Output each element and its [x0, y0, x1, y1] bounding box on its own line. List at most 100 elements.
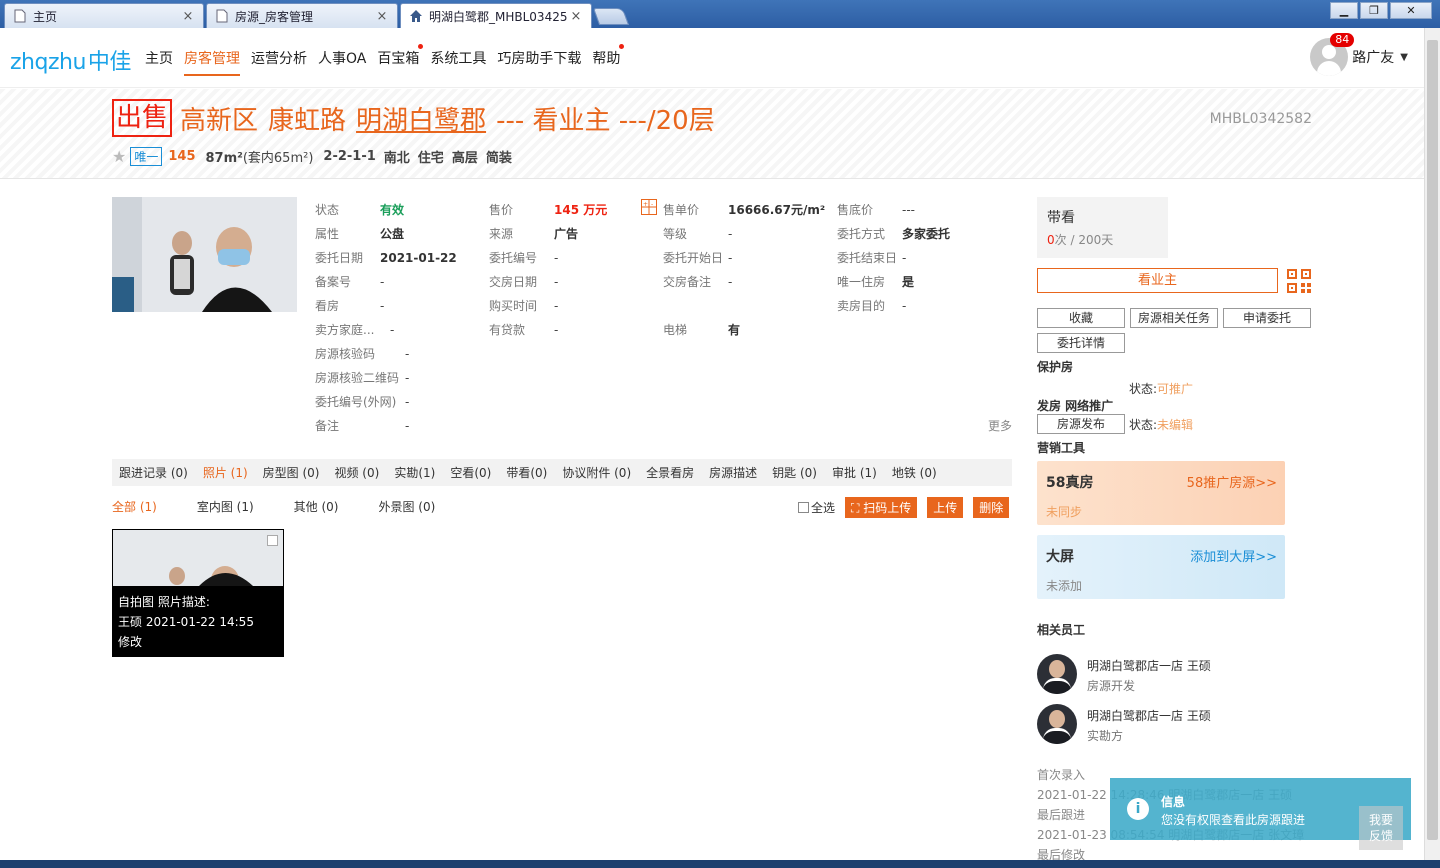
nav-item-system-tools[interactable]: 系统工具	[430, 48, 486, 76]
tab-approval[interactable]: 审批 (1)	[832, 464, 877, 481]
tab-empty-view[interactable]: 空看(0)	[450, 464, 491, 481]
card-58-listing[interactable]: 58真房 58推广房源>> 未同步	[1037, 461, 1285, 525]
scrollbar-thumb[interactable]	[1427, 40, 1438, 840]
user-menu[interactable]: 84 路广友 ▼	[1310, 33, 1408, 76]
browser-tab-bar: 主页 × 房源_房客管理 × 明湖白鹭郡_MHBL03425 × ▁ ❐ ✕	[0, 0, 1440, 28]
tab-description[interactable]: 房源描述	[709, 464, 757, 481]
browser-tab-home[interactable]: 主页 ×	[4, 3, 204, 28]
info-label: 房源核验二维码	[315, 371, 400, 385]
staff-item[interactable]: 明湖白鹭郡店一店 王硕 房源开发	[1037, 654, 1211, 696]
close-icon[interactable]: ×	[375, 9, 389, 24]
subtab-indoor[interactable]: 室内图 (1)	[197, 498, 254, 515]
info-label: 备案号	[315, 275, 352, 289]
floor-level: 高层	[451, 151, 478, 166]
nav-item-home[interactable]: 主页	[145, 48, 173, 76]
tab-photos[interactable]: 照片 (1)	[203, 464, 248, 481]
info-label: 房源核验码	[315, 347, 376, 361]
info-label: 委托方式	[837, 227, 886, 241]
chevron-down-icon[interactable]: ▼	[1400, 52, 1408, 63]
listing-summary: ★ 唯一 145 87m²(套内65m²) 2-2-1-1 南北 住宅 高层 简…	[112, 147, 520, 166]
notification-dot	[619, 44, 625, 49]
subtab-exterior[interactable]: 外景图 (0)	[378, 498, 435, 515]
info-value: 有	[728, 323, 741, 337]
new-tab-button[interactable]	[592, 8, 630, 25]
subtab-other[interactable]: 其他 (0)	[294, 498, 339, 515]
feedback-line: 我要	[1368, 813, 1393, 827]
listing-code: MHBL0342582	[1209, 111, 1312, 127]
tab-follow-up[interactable]: 跟进记录 (0)	[119, 464, 188, 481]
feedback-button[interactable]: 我要 反馈	[1359, 806, 1403, 850]
photo-card[interactable]: 自拍图 照片描述: 王硕 2021-01-22 14:55 修改	[112, 529, 284, 657]
info-label: 委托开始日	[663, 251, 724, 265]
vertical-scrollbar[interactable]	[1424, 28, 1440, 860]
photo-thumbnail[interactable]	[113, 530, 283, 586]
district: 高新区	[180, 105, 259, 136]
photo-checkbox[interactable]	[267, 535, 278, 546]
tab-keys[interactable]: 钥匙 (0)	[772, 464, 817, 481]
qr-code-icon[interactable]	[1287, 269, 1311, 293]
tab-attachments[interactable]: 协议附件 (0)	[562, 464, 631, 481]
info-label: 售价	[489, 203, 514, 217]
delete-button[interactable]: 删除	[973, 497, 1010, 518]
page-icon	[13, 9, 27, 23]
card-big-screen[interactable]: 大屏 添加到大屏>> 未添加	[1037, 535, 1285, 599]
publish-listing-button[interactable]: 房源发布	[1037, 414, 1125, 434]
tab-showing[interactable]: 带看(0)	[506, 464, 547, 481]
browser-tab-current[interactable]: 明湖白鹭郡_MHBL03425 ×	[400, 3, 592, 28]
close-icon[interactable]: ×	[569, 9, 583, 24]
card-58-status: 未同步	[1046, 505, 1083, 519]
browser-tab-listings[interactable]: 房源_房客管理 ×	[206, 3, 398, 28]
select-all-checkbox[interactable]	[798, 502, 809, 513]
showing-count-value: 0	[1047, 233, 1055, 247]
photo-subtabs: 全部 (1) 室内图 (1) 其他 (0) 外景图 (0)	[112, 498, 475, 515]
main-photo[interactable]	[112, 197, 297, 312]
photo-edit-link[interactable]: 修改	[118, 633, 142, 650]
nav-item-hr-oa[interactable]: 人事OA	[318, 48, 366, 76]
card-big-title: 大屏	[1046, 549, 1074, 565]
upload-button[interactable]: 上传	[927, 497, 964, 518]
info-label: 电梯	[663, 323, 688, 337]
nav-item-assistant-download[interactable]: 巧房助手下载	[497, 48, 581, 76]
logo[interactable]: zhqzhu中佳	[10, 44, 131, 76]
info-value: -	[405, 419, 410, 433]
close-icon[interactable]: ×	[181, 9, 195, 24]
nav-item-toolbox[interactable]: 百宝箱	[377, 44, 424, 76]
tab-floor-plan[interactable]: 房型图 (0)	[263, 464, 320, 481]
favorite-button[interactable]: 收藏	[1037, 308, 1125, 328]
tab-video[interactable]: 视频 (0)	[334, 464, 379, 481]
select-all-label[interactable]: 全选	[811, 499, 835, 516]
window-close-button[interactable]: ✕	[1390, 2, 1432, 19]
nav-item-label: 帮助	[592, 51, 621, 67]
info-value: ---	[902, 203, 915, 217]
card-big-link[interactable]: 添加到大屏>>	[1190, 546, 1277, 565]
subtab-all[interactable]: 全部 (1)	[112, 498, 157, 515]
protect-title: 保护房	[1037, 360, 1074, 374]
estate-link[interactable]: 明湖白鹭郡	[356, 100, 486, 137]
info-label: 交房备注	[663, 275, 712, 289]
info-value: -	[728, 251, 733, 265]
star-icon[interactable]: ★	[112, 147, 126, 166]
card-58-link[interactable]: 58推广房源>>	[1187, 472, 1277, 491]
related-tasks-button[interactable]: 房源相关任务	[1130, 308, 1218, 328]
restore-button[interactable]: ❐	[1360, 2, 1388, 19]
more-link[interactable]: 更多	[988, 417, 1012, 434]
entrust-detail-button[interactable]: 委托详情	[1037, 333, 1125, 353]
nav-item-operations[interactable]: 运营分析	[251, 48, 307, 76]
scan-upload-button[interactable]: ⛶ 扫码上传	[845, 497, 918, 518]
minimize-button[interactable]: ▁	[1330, 2, 1358, 19]
svg-text:+: +	[643, 201, 648, 208]
scan-icon: ⛶	[851, 501, 860, 515]
user-name[interactable]: 路广友	[1352, 47, 1394, 67]
apply-entrust-button[interactable]: 申请委托	[1223, 308, 1311, 328]
see-owner-button[interactable]: 看业主	[1037, 268, 1278, 293]
tab-metro[interactable]: 地铁 (0)	[892, 464, 937, 481]
nav-item-customer-management[interactable]: 房客管理	[184, 48, 240, 76]
tab-panorama[interactable]: 全景看房	[646, 464, 694, 481]
info-label: 卖方家庭...	[315, 323, 375, 337]
tab-survey[interactable]: 实勘(1)	[394, 464, 435, 481]
info-column-1: 状态 有效 属性 公盘 委托日期 2021-01-22 备案号 - 看房 - 卖方家庭..…	[315, 201, 457, 441]
photo-actions: 全选 ⛶ 扫码上传 上传 删除	[798, 497, 1010, 518]
staff-item[interactable]: 明湖白鹭郡店一店 王硕 实勘方	[1037, 704, 1211, 746]
calculator-icon[interactable]: + -	[641, 199, 657, 215]
nav-item-help[interactable]: 帮助	[592, 44, 625, 76]
